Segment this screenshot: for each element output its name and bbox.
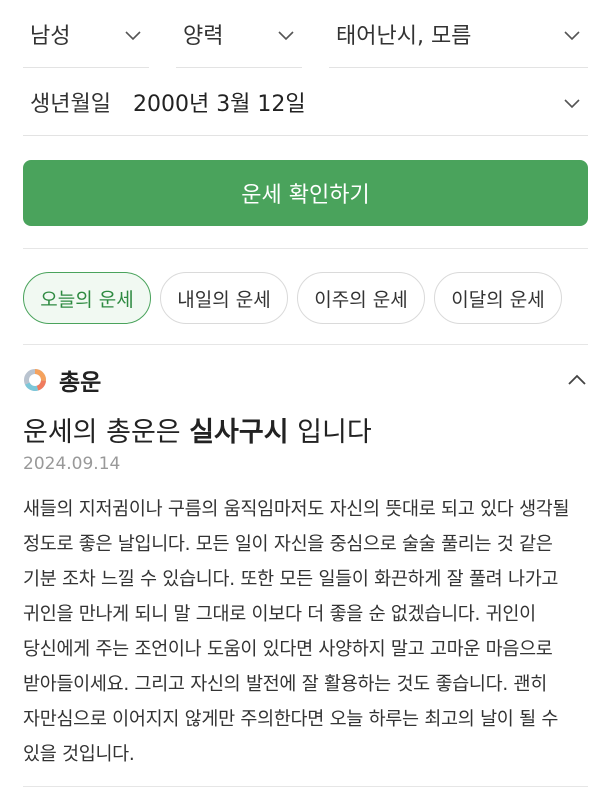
- check-fortune-button[interactable]: 운세 확인하기: [23, 160, 588, 226]
- headline-prefix: 운세의 총운은: [23, 417, 190, 448]
- chevron-down-icon: [125, 31, 141, 41]
- divider: [23, 248, 588, 249]
- chevron-down-icon: [278, 31, 294, 41]
- chevron-up-icon[interactable]: [568, 372, 586, 388]
- gender-value: 남성: [30, 23, 71, 49]
- birthdate-select[interactable]: 생년월일 2000년 3월 12일: [23, 68, 588, 136]
- tab-tomorrow[interactable]: 내일의 운세: [160, 272, 288, 324]
- fortune-date: 2024.09.14: [23, 454, 121, 474]
- section-title: 총운: [59, 370, 102, 396]
- headline-emphasis: 실사구시: [189, 417, 289, 448]
- tab-this-week[interactable]: 이주의 운세: [297, 272, 425, 324]
- donut-chart-icon: [24, 369, 46, 391]
- calendar-value: 양력: [183, 23, 224, 49]
- headline-suffix: 입니다: [288, 417, 372, 448]
- fortune-headline: 운세의 총운은 실사구시 입니다: [23, 410, 372, 449]
- fortune-body: 새들의 지저귐이나 구름의 움직임마저도 자신의 뜻대로 되고 있다 생각될 정…: [23, 499, 570, 765]
- section-header: 총운: [23, 360, 588, 400]
- gender-select[interactable]: 남성: [23, 0, 149, 68]
- birthdate-label: 생년월일: [30, 91, 111, 117]
- birth-time-select[interactable]: 태어난시, 모름: [329, 0, 588, 68]
- chevron-down-icon: [564, 99, 580, 109]
- tab-this-month[interactable]: 이달의 운세: [434, 272, 562, 324]
- divider: [23, 786, 588, 787]
- tab-today[interactable]: 오늘의 운세: [23, 272, 151, 324]
- selector-row: 남성 양력 태어난시, 모름: [0, 0, 611, 68]
- chevron-down-icon: [564, 31, 580, 41]
- birth-time-value: 태어난시, 모름: [336, 23, 472, 49]
- divider: [23, 344, 588, 345]
- calendar-select[interactable]: 양력: [176, 0, 302, 68]
- birthdate-value: 2000년 3월 12일: [132, 91, 306, 117]
